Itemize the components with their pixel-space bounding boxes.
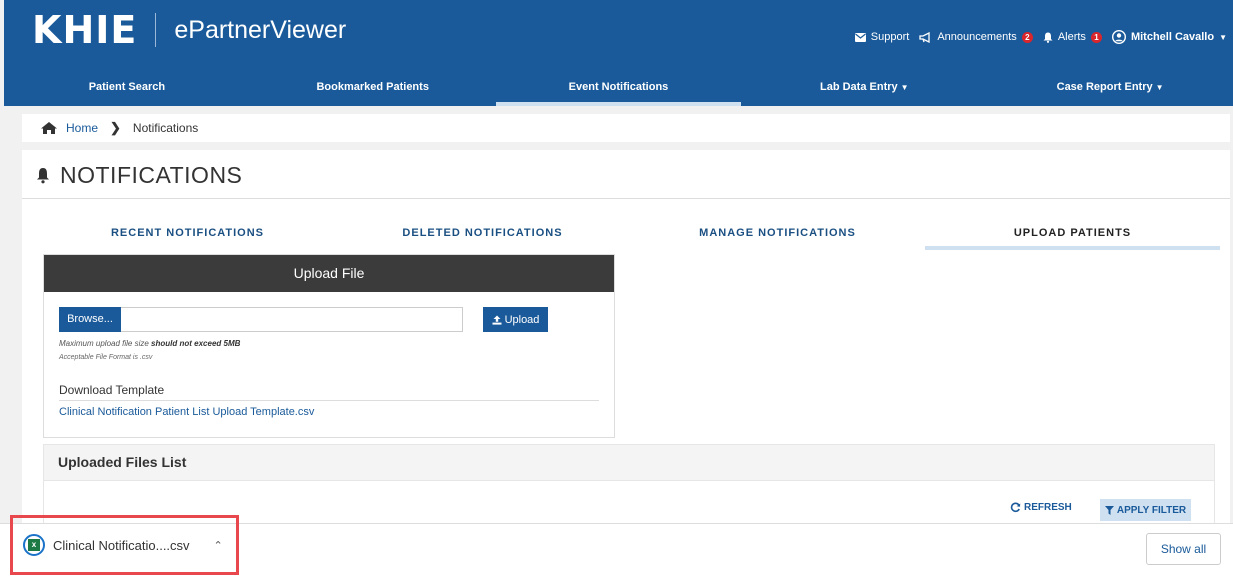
filter-icon bbox=[1104, 505, 1114, 515]
chevron-up-icon[interactable]: ⌃ bbox=[214, 539, 223, 552]
caret-down-icon: ▼ bbox=[1155, 83, 1164, 92]
bell-icon bbox=[37, 168, 49, 184]
support-label: Support bbox=[870, 31, 910, 43]
upload-icon bbox=[492, 315, 502, 325]
downloaded-file-item[interactable]: x Clinical Notificatio....csv ⌃ bbox=[10, 515, 239, 575]
app-title: ePartnerViewer bbox=[174, 15, 347, 44]
nav-tab-label: Event Notifications bbox=[568, 81, 669, 93]
uploaded-files-header: Uploaded Files List bbox=[43, 444, 1215, 481]
khie-logo: KHIE bbox=[32, 8, 138, 52]
breadcrumb-current: Notifications bbox=[132, 121, 199, 135]
top-header: KHIE ePartnerViewer Support Announcement… bbox=[4, 0, 1233, 70]
nav-tab-label: Bookmarked Patients bbox=[316, 81, 429, 93]
announcements-badge: 2 bbox=[1021, 31, 1033, 43]
divider bbox=[59, 400, 599, 401]
download-template-link[interactable]: Clinical Notification Patient List Uploa… bbox=[59, 406, 314, 418]
nav-tab-label: Lab Data Entry bbox=[820, 81, 898, 93]
tab-label: RECENT NOTIFICATIONS bbox=[110, 227, 264, 239]
envelope-icon bbox=[854, 32, 866, 42]
nav-tab-patient-search[interactable]: Patient Search bbox=[4, 70, 250, 106]
apply-filter-button[interactable]: APPLY FILTER bbox=[1100, 499, 1191, 521]
upload-file-card: Upload File Browse... Upload Maximum upl… bbox=[43, 254, 615, 438]
refresh-label: REFRESH bbox=[1024, 502, 1072, 513]
download-template-title: Download Template bbox=[59, 383, 165, 397]
downloaded-file-name: Clinical Notificatio....csv bbox=[53, 537, 190, 553]
divider bbox=[22, 198, 1230, 199]
nav-tab-lab-data-entry[interactable]: Lab Data Entry ▼ bbox=[741, 70, 987, 106]
nav-tab-label: Case Report Entry bbox=[1056, 81, 1153, 93]
breadcrumb-home-link[interactable]: Home bbox=[66, 121, 98, 135]
breadcrumb: Home ❯ Notifications bbox=[22, 114, 1230, 142]
nav-tab-case-report-entry[interactable]: Case Report Entry ▼ bbox=[987, 70, 1233, 106]
upload-button[interactable]: Upload bbox=[483, 307, 548, 332]
user-name: Mitchell Cavallo bbox=[1130, 31, 1215, 43]
megaphone-icon bbox=[919, 31, 930, 43]
tab-manage-notifications[interactable]: MANAGE NOTIFICATIONS bbox=[630, 224, 925, 250]
refresh-icon bbox=[1010, 502, 1021, 513]
brand[interactable]: KHIE ePartnerViewer bbox=[32, 6, 346, 54]
nav-tab-event-notifications[interactable]: Event Notifications bbox=[495, 70, 742, 106]
logo-divider bbox=[155, 13, 157, 47]
upload-card-header: Upload File bbox=[44, 255, 614, 292]
excel-file-icon: x bbox=[23, 534, 45, 556]
tab-recent-notifications[interactable]: RECENT NOTIFICATIONS bbox=[40, 224, 335, 250]
app-window: KHIE ePartnerViewer Support Announcement… bbox=[4, 0, 1233, 576]
alerts-label: Alerts bbox=[1057, 31, 1086, 43]
alerts-link[interactable]: Alerts 1 bbox=[1043, 31, 1102, 43]
announcements-label: Announcements bbox=[937, 31, 1017, 43]
page-title-text: NOTIFICATIONS bbox=[60, 162, 243, 188]
utility-nav: Support Announcements 2 Alerts 1 Mitchel… bbox=[854, 30, 1227, 44]
home-icon[interactable] bbox=[40, 121, 58, 135]
page-title: NOTIFICATIONS bbox=[36, 162, 242, 189]
upload-button-label: Upload bbox=[504, 313, 540, 326]
support-link[interactable]: Support bbox=[854, 31, 910, 43]
user-circle-icon bbox=[1111, 30, 1126, 44]
notification-tabs: RECENT NOTIFICATIONS DELETED NOTIFICATIO… bbox=[40, 224, 1220, 250]
main-navigation: Patient Search Bookmarked Patients Event… bbox=[4, 70, 1233, 106]
tab-label: UPLOAD PATIENTS bbox=[1013, 227, 1132, 239]
user-menu[interactable]: Mitchell Cavallo ▼ bbox=[1111, 30, 1227, 44]
alerts-badge: 1 bbox=[1090, 31, 1102, 43]
file-path-input[interactable] bbox=[121, 307, 463, 332]
show-all-button[interactable]: Show all bbox=[1146, 533, 1221, 565]
nav-tab-bookmarked-patients[interactable]: Bookmarked Patients bbox=[250, 70, 496, 106]
caret-down-icon: ▼ bbox=[1219, 32, 1227, 42]
nav-tab-label: Patient Search bbox=[88, 81, 166, 93]
file-picker-row: Browse... Upload bbox=[59, 307, 548, 332]
tab-upload-patients[interactable]: UPLOAD PATIENTS bbox=[925, 224, 1220, 250]
notifications-panel: NOTIFICATIONS RECENT NOTIFICATIONS DELET… bbox=[22, 150, 1230, 530]
browse-button[interactable]: Browse... bbox=[59, 307, 121, 332]
file-size-hint: Maximum upload file size should not exce… bbox=[59, 339, 240, 348]
apply-filter-label: APPLY FILTER bbox=[1116, 504, 1187, 516]
caret-down-icon: ▼ bbox=[900, 83, 909, 92]
tab-deleted-notifications[interactable]: DELETED NOTIFICATIONS bbox=[335, 224, 630, 250]
file-format-hint: Acceptable File Format is .csv bbox=[59, 354, 153, 361]
tab-label: MANAGE NOTIFICATIONS bbox=[699, 227, 856, 239]
file-size-hint-limit: should not exceed 5MB bbox=[151, 339, 241, 348]
tab-label: DELETED NOTIFICATIONS bbox=[402, 227, 563, 239]
chevron-right-icon: ❯ bbox=[110, 120, 121, 135]
bell-icon bbox=[1043, 32, 1053, 43]
refresh-button[interactable]: REFRESH bbox=[1010, 502, 1072, 513]
announcements-link[interactable]: Announcements 2 bbox=[919, 31, 1033, 43]
file-size-hint-prefix: Maximum upload file size bbox=[59, 339, 152, 348]
